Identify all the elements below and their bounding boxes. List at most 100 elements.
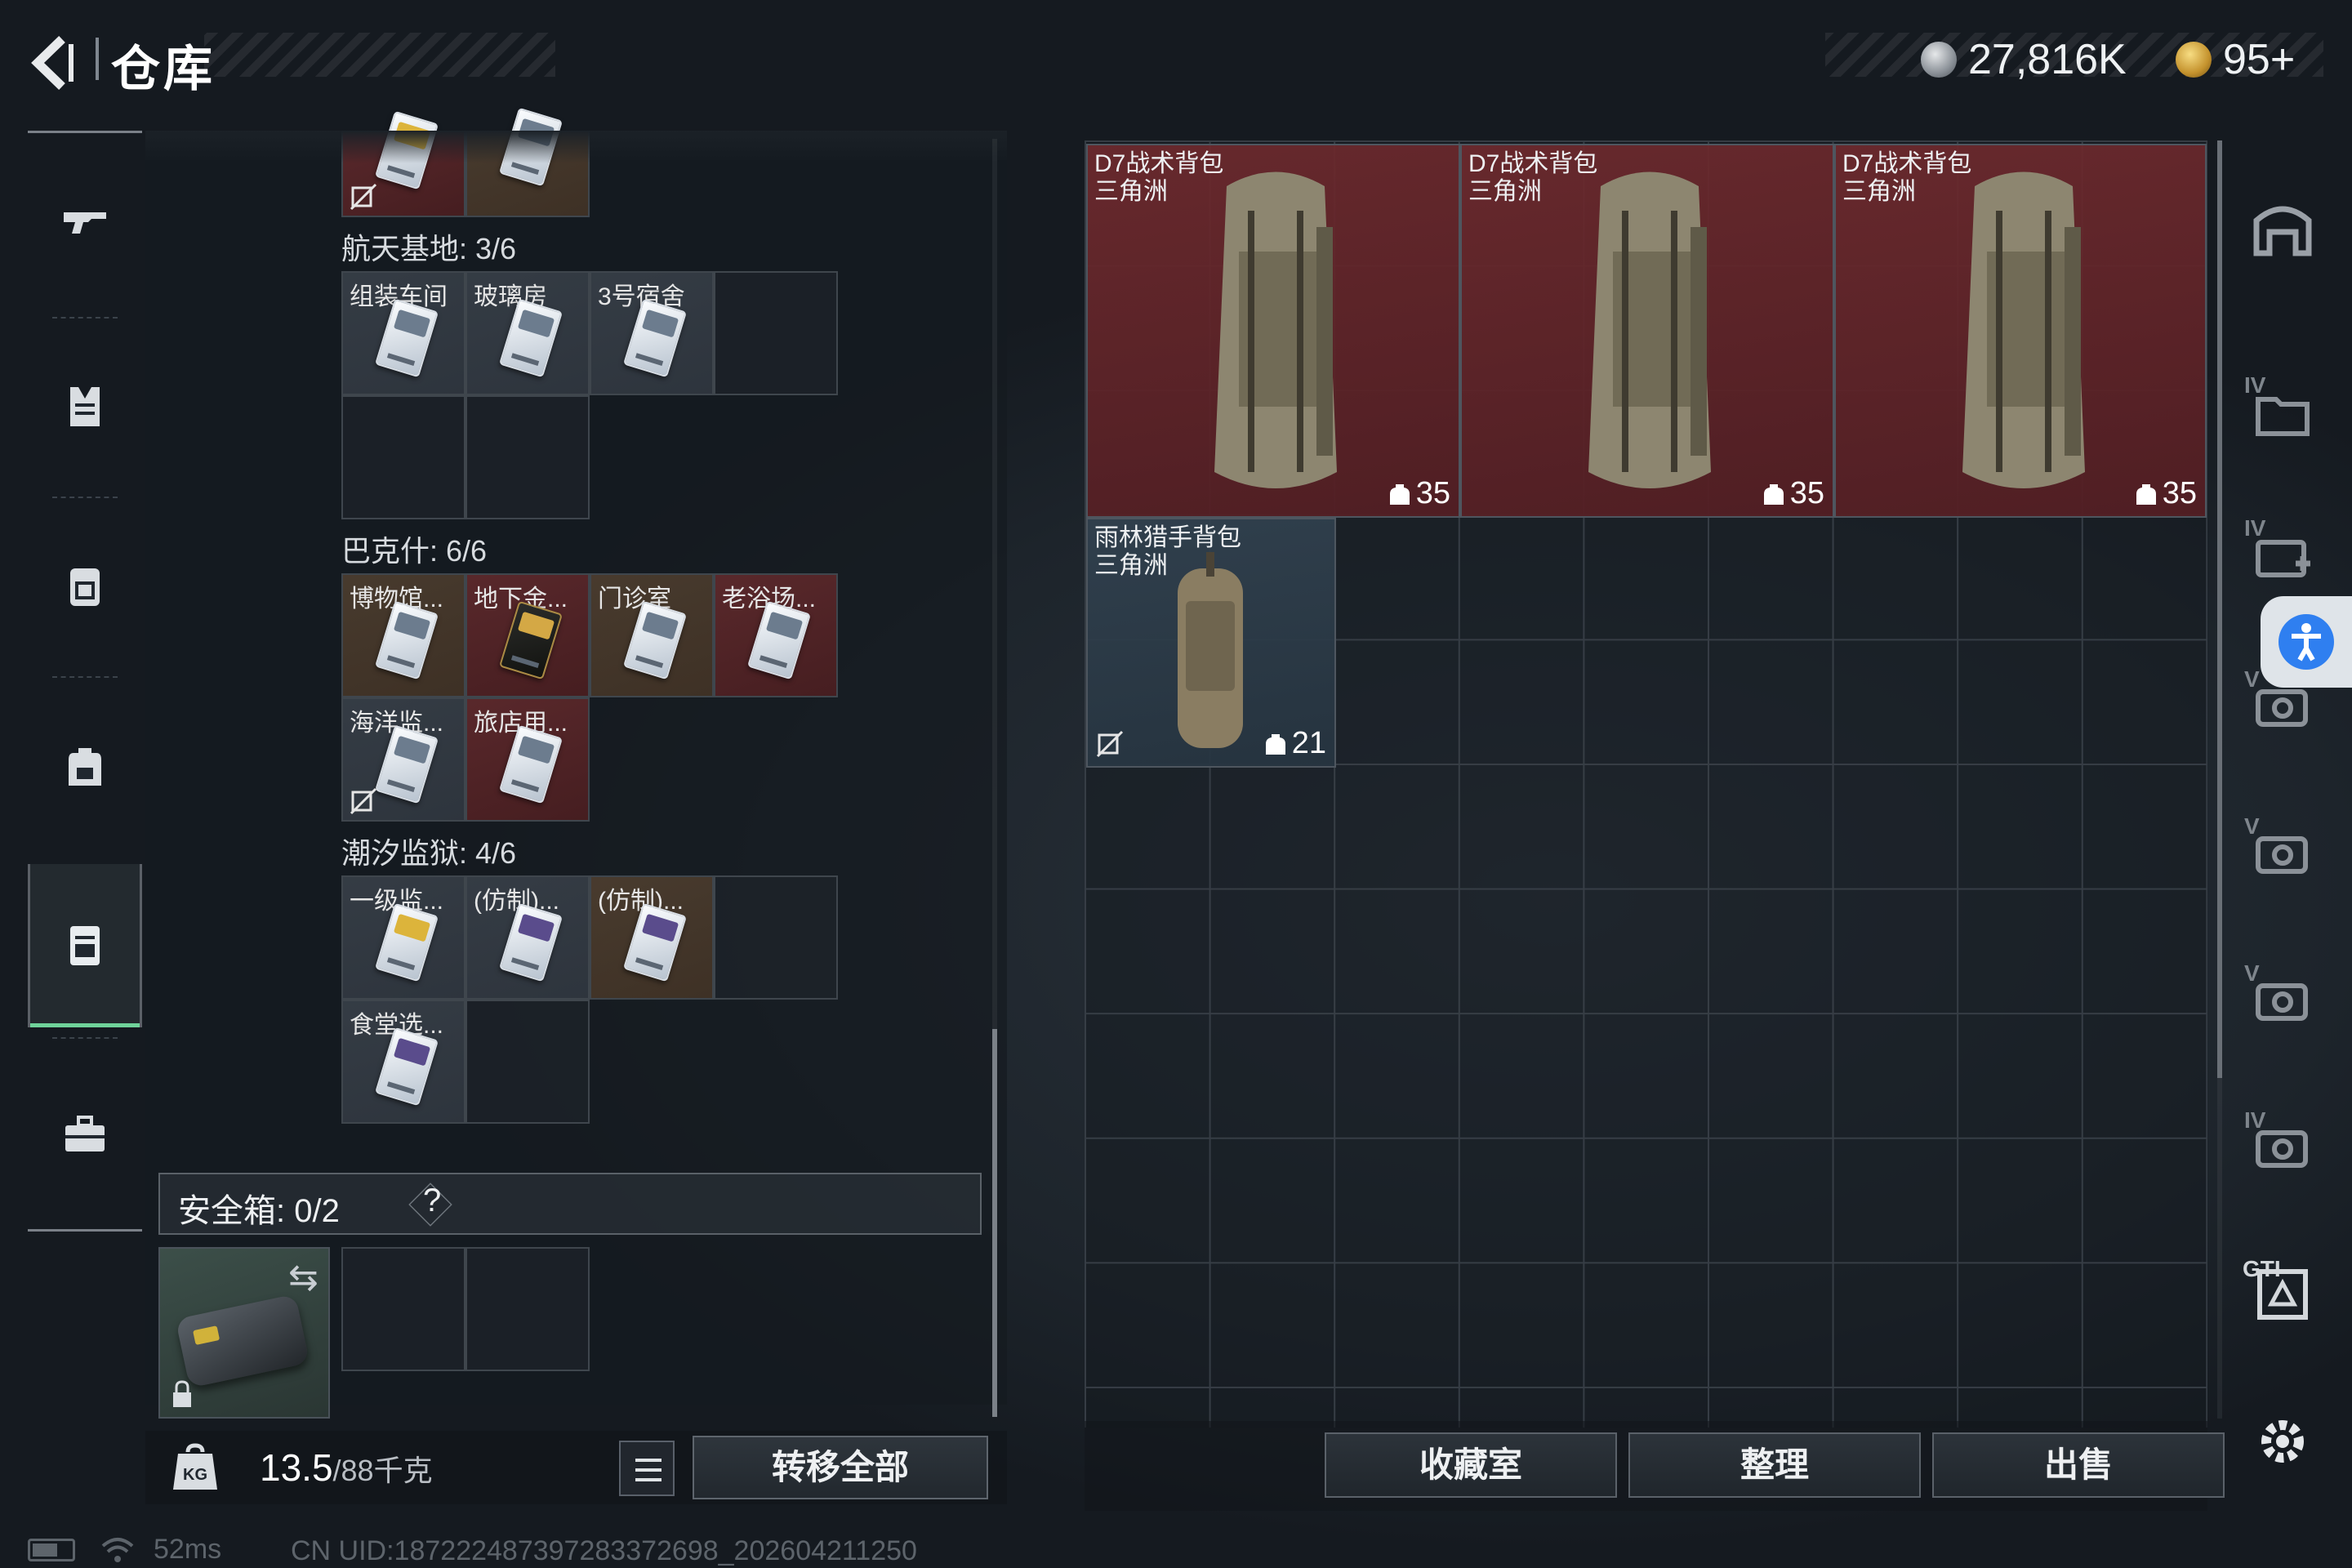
- rail-gti[interactable]: GTI: [2238, 1250, 2328, 1339]
- key-slot[interactable]: 地下金...: [466, 573, 590, 697]
- gold-triangle-coin-icon: [2176, 42, 2212, 78]
- backpack-icon: [69, 748, 101, 786]
- storage-rail: IV IV V V V IV GTI: [2238, 147, 2328, 1519]
- tactical-backpack-icon: [1214, 172, 1337, 488]
- sidebar-item-backpack[interactable]: [28, 676, 142, 856]
- rail-level: GTI: [2243, 1256, 2281, 1281]
- accessibility-icon: [2278, 614, 2334, 670]
- collection-room-button[interactable]: 收藏室: [1325, 1432, 1617, 1498]
- backpack-capacity-icon: [1763, 483, 1784, 505]
- key-slot[interactable]: 门诊室: [590, 573, 714, 697]
- backpack-item[interactable]: 雨林猎手背包 三角洲 21: [1086, 518, 1336, 768]
- rail-warehouse[interactable]: [2238, 184, 2328, 274]
- title-decoration: [204, 33, 555, 77]
- left-scrollbar-thumb[interactable]: [992, 1029, 997, 1417]
- accessibility-person: [2292, 623, 2321, 662]
- key-slot[interactable]: 旅店用...: [466, 697, 590, 822]
- rail-medkit-iv[interactable]: IV: [2238, 510, 2328, 600]
- rail-folder-iv[interactable]: IV: [2238, 368, 2328, 457]
- stash-action-bar: 收藏室 整理 出售: [1085, 1421, 2225, 1511]
- rig-icon: [70, 568, 100, 606]
- key-slot[interactable]: 3号宿舍: [590, 271, 714, 395]
- rail-gear-iv[interactable]: IV: [2238, 1102, 2328, 1192]
- transfer-all-button[interactable]: 转移全部: [693, 1436, 988, 1499]
- empty-key-slot[interactable]: [714, 271, 838, 395]
- stash-scrollbar[interactable]: [2217, 140, 2222, 1419]
- backpack-capacity-icon: [1265, 733, 1285, 755]
- key-slot[interactable]: 海洋监...: [341, 697, 466, 822]
- page-title: 仓库: [111, 42, 216, 96]
- capacity-value: 35: [1415, 476, 1450, 510]
- key-slot[interactable]: (仿制)...: [590, 875, 714, 1000]
- backpack-title: 雨林猎手背包: [1094, 524, 1241, 551]
- currency-gold-value: 95+: [2223, 36, 2296, 83]
- tactical-backpack-icon: [1588, 172, 1711, 488]
- sidebar-item-case[interactable]: [28, 1044, 142, 1223]
- empty-key-slot[interactable]: [714, 875, 838, 1000]
- key-slot[interactable]: 一级监...: [341, 875, 466, 1000]
- rail-level: IV: [2244, 515, 2266, 541]
- list-icon-line: [635, 1468, 662, 1472]
- safe-box-title: 安全箱:: [178, 1193, 286, 1229]
- sidebar-item-weapon[interactable]: [28, 131, 142, 310]
- safe-box-slot[interactable]: [341, 1247, 466, 1371]
- safe-box-slot[interactable]: [466, 1247, 590, 1371]
- backpack-capacity-icon: [1389, 483, 1410, 505]
- sidebar-item-armor[interactable]: [28, 317, 142, 497]
- key-slot[interactable]: 老浴场...: [714, 573, 838, 697]
- backpack-item[interactable]: D7战术背包 三角洲 35: [1460, 144, 1834, 518]
- empty-key-slot[interactable]: [341, 395, 466, 519]
- rail-gear-v[interactable]: V: [2238, 956, 2328, 1045]
- currency-gold[interactable]: 95+: [2176, 31, 2295, 88]
- safe-box-item[interactable]: ⇆: [158, 1247, 330, 1419]
- no-swap-icon: [350, 183, 377, 211]
- gear-v-icon: [2256, 983, 2308, 1021]
- safe-box-help[interactable]: ?: [423, 1183, 441, 1219]
- capacity-badge: 35: [1762, 476, 1824, 511]
- organize-button[interactable]: 整理: [1628, 1432, 1921, 1498]
- safe-box-header: 安全箱: 0/2 ?: [158, 1173, 982, 1235]
- svg-text:KG: KG: [183, 1466, 207, 1484]
- swap-arrows-icon[interactable]: ⇆: [288, 1257, 318, 1298]
- gun-icon: [64, 212, 106, 234]
- empty-key-slot[interactable]: [466, 1000, 590, 1124]
- sidebar-bottom-line: [28, 1229, 142, 1232]
- key-slot[interactable]: 食堂选...: [341, 1000, 466, 1124]
- backpack-item[interactable]: D7战术背包 三角洲 35: [1834, 144, 2207, 518]
- section-label-bakhsh: 巴克什: 6/6: [341, 534, 488, 568]
- key-slot[interactable]: 博物馆...: [341, 573, 466, 697]
- key-slot[interactable]: 组装车间: [341, 271, 466, 395]
- briefcase-icon: [65, 1116, 105, 1152]
- silver-coin-icon: [1921, 42, 1957, 78]
- rail-level: V: [2244, 813, 2260, 839]
- weight-current: 13.5: [260, 1446, 333, 1489]
- rail-level: IV: [2244, 372, 2266, 398]
- capacity-badge: 21: [1264, 726, 1326, 761]
- key-slot[interactable]: 玻璃房: [466, 271, 590, 395]
- key-slot[interactable]: (仿制)...: [466, 875, 590, 1000]
- rail-gear-v[interactable]: V: [2238, 808, 2328, 898]
- accessibility-button[interactable]: [2261, 596, 2352, 688]
- currency-silver[interactable]: 27,816K: [1921, 31, 2127, 88]
- weight-readout: 13.5/88千克: [260, 1446, 433, 1490]
- capacity-badge: 35: [2135, 476, 2197, 511]
- warehouse-icon: [2253, 206, 2312, 256]
- left-scrollbar[interactable]: [992, 139, 997, 1417]
- backpack-item[interactable]: D7战术背包 三角洲 35: [1086, 144, 1460, 518]
- backpack-map: 三角洲: [1842, 178, 1916, 205]
- category-sidebar: [28, 131, 142, 1233]
- rail-level: IV: [2244, 1107, 2266, 1133]
- sell-button[interactable]: 出售: [1932, 1432, 2225, 1498]
- backpack-capacity-icon: [2136, 483, 2156, 505]
- sidebar-item-chest-rig[interactable]: [28, 497, 142, 676]
- empty-key-slot[interactable]: [466, 395, 590, 519]
- back-arrow-icon[interactable]: [28, 34, 85, 91]
- stash-scrollbar-thumb[interactable]: [2217, 140, 2222, 1078]
- weight-kg-icon: KG: [173, 1443, 217, 1490]
- settings-button[interactable]: [2238, 1396, 2328, 1486]
- backpack-map: 三角洲: [1468, 178, 1542, 205]
- capacity-value: 21: [1291, 726, 1326, 760]
- sidebar-item-keys[interactable]: [28, 864, 142, 1027]
- list-view-button[interactable]: [619, 1441, 675, 1496]
- capacity-badge: 35: [1388, 476, 1450, 511]
